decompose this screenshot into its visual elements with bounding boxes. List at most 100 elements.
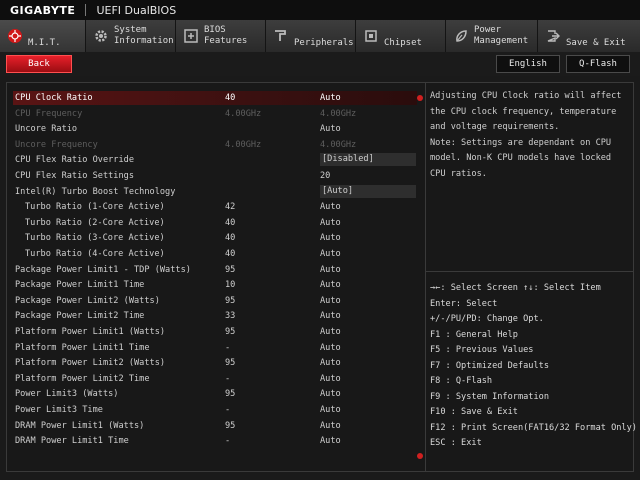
tab-power-management[interactable]: Power Management: [446, 20, 538, 52]
setting-row[interactable]: CPU Clock Ratio 40 Auto: [13, 91, 417, 105]
tab-save-exit-label: Save & Exit: [566, 38, 626, 48]
tab-peripherals[interactable]: Peripherals: [266, 20, 356, 52]
qflash-button[interactable]: Q-Flash: [566, 55, 630, 73]
setting-row[interactable]: Package Power Limit2 Time 33 Auto: [15, 309, 417, 323]
tab-bios-features-label: BIOS Features: [204, 25, 248, 46]
setting-value[interactable]: Auto: [320, 325, 341, 339]
setting-label: Uncore Ratio: [15, 124, 78, 135]
setting-row[interactable]: Power Limit3 Time - Auto: [15, 403, 417, 417]
setting-row[interactable]: Power Limit3 (Watts) 95 Auto: [15, 387, 417, 401]
chipset-icon: [362, 27, 380, 45]
help-text: Adjusting CPU Clock ratio will affect th…: [430, 91, 622, 179]
setting-current-value: 42: [225, 202, 236, 213]
setting-value[interactable]: Auto: [320, 247, 341, 261]
keys-panel: →←: Select Screen ↑↓: Select Item Enter: …: [426, 272, 637, 472]
tab-peripherals-label: Peripherals: [294, 38, 354, 48]
setting-label: Turbo Ratio (3-Core Active): [25, 233, 165, 244]
setting-value[interactable]: Auto: [320, 278, 341, 292]
title-separator: [85, 4, 87, 16]
setting-current-value: -: [225, 436, 231, 447]
setting-value[interactable]: Auto: [320, 372, 341, 386]
setting-row[interactable]: Package Power Limit1 - TDP (Watts) 95 Auto: [15, 263, 417, 277]
tab-chipset-label: Chipset: [384, 38, 422, 48]
setting-row: Uncore Frequency 4.00GHz 4.00GHz: [15, 138, 417, 152]
language-button[interactable]: English: [496, 55, 560, 73]
setting-value[interactable]: Auto: [320, 356, 341, 370]
setting-current-value: -: [225, 342, 231, 353]
setting-current-value: 40: [225, 233, 236, 244]
key-help-line: F1 : General Help: [430, 329, 518, 340]
tab-chipset[interactable]: Chipset: [356, 20, 446, 52]
setting-value[interactable]: Auto: [320, 434, 341, 448]
setting-value[interactable]: Auto: [320, 91, 341, 105]
app-title: UEFI DualBIOS: [96, 3, 177, 17]
setting-label: Uncore Frequency: [15, 139, 98, 150]
key-help-line: F10 : Save & Exit: [430, 407, 518, 417]
setting-label: Turbo Ratio (1-Core Active): [25, 202, 165, 213]
key-help-line: F12 : Print Screen(FAT16/32 Format Only): [430, 422, 637, 433]
key-help-line: →←: Select Screen ↑↓: Select Item: [430, 283, 601, 293]
setting-row[interactable]: Platform Power Limit1 Time - Auto: [15, 341, 417, 355]
setting-label: DRAM Power Limit1 (Watts): [15, 420, 145, 431]
tab-save-exit[interactable]: Save & Exit: [538, 20, 640, 52]
tab-mit[interactable]: M.I.T.: [0, 20, 86, 52]
setting-row[interactable]: Package Power Limit1 Time 10 Auto: [15, 278, 417, 292]
setting-value[interactable]: Auto: [320, 403, 341, 417]
key-help-line: F9 : System Information: [430, 391, 549, 402]
setting-value[interactable]: Auto: [320, 263, 341, 277]
setting-row[interactable]: Turbo Ratio (2-Core Active) 40 Auto: [15, 216, 417, 230]
setting-value[interactable]: Auto: [320, 341, 341, 355]
scroll-up-indicator[interactable]: [417, 95, 423, 101]
setting-label: Platform Power Limit1 (Watts): [15, 327, 166, 337]
gear-icon: [92, 27, 110, 45]
setting-current-value: 10: [225, 280, 236, 291]
setting-row[interactable]: CPU Flex Ratio Settings 20: [15, 169, 417, 183]
key-help-line: +/-/PU/PD: Change Opt.: [430, 314, 544, 324]
setting-row[interactable]: CPU Flex Ratio Override [Disabled]: [15, 153, 417, 167]
tab-mit-label: M.I.T.: [28, 38, 61, 48]
setting-current-value: 40: [225, 93, 236, 103]
settings-panel: CPU Clock Ratio 40 Auto CPU Frequency 4.00GH…: [6, 82, 426, 472]
setting-row[interactable]: Platform Power Limit2 Time - Auto: [15, 372, 417, 386]
setting-value[interactable]: 20: [320, 169, 330, 183]
setting-current-value: 4.00GHz: [225, 139, 262, 150]
setting-row[interactable]: Package Power Limit2 (Watts) 95 Auto: [15, 294, 417, 308]
setting-row[interactable]: Platform Power Limit2 (Watts) 95 Auto: [15, 356, 417, 370]
setting-row[interactable]: Platform Power Limit1 (Watts) 95 Auto: [15, 325, 417, 339]
setting-value[interactable]: Auto: [320, 294, 341, 308]
tab-bios-features[interactable]: BIOS Features: [176, 20, 266, 52]
setting-value[interactable]: [Auto]: [320, 184, 416, 198]
tab-system-information[interactable]: System Information: [86, 20, 176, 52]
setting-label: Power Limit3 Time: [15, 405, 103, 415]
setting-value[interactable]: Auto: [320, 200, 341, 214]
setting-value[interactable]: Auto: [320, 387, 341, 401]
setting-label: CPU Frequency: [15, 108, 83, 119]
setting-current-value: -: [225, 373, 231, 384]
tab-power-management-label: Power Management: [474, 25, 529, 46]
setting-value[interactable]: Auto: [320, 309, 341, 323]
back-button[interactable]: Back: [6, 55, 72, 73]
setting-label: Package Power Limit2 Time: [15, 311, 145, 322]
action-row: Back English Q-Flash: [0, 52, 640, 76]
setting-value[interactable]: Auto: [320, 231, 341, 245]
setting-row[interactable]: DRAM Power Limit1 Time - Auto: [15, 434, 417, 448]
tab-bar: M.I.T. System Information BIOS Features …: [0, 20, 640, 52]
setting-value[interactable]: Auto: [320, 216, 341, 230]
setting-row[interactable]: Turbo Ratio (3-Core Active) 40 Auto: [15, 231, 417, 245]
setting-current-value: 40: [225, 217, 236, 228]
setting-row[interactable]: Turbo Ratio (1-Core Active) 42 Auto: [15, 200, 417, 214]
setting-label: CPU Clock Ratio: [15, 93, 93, 103]
scroll-down-indicator[interactable]: [417, 453, 423, 459]
setting-row[interactable]: Intel(R) Turbo Boost Technology [Auto]: [15, 184, 417, 199]
setting-value[interactable]: [Disabled]: [320, 153, 416, 167]
setting-row[interactable]: DRAM Power Limit1 (Watts) 95 Auto: [15, 419, 417, 433]
setting-label: Package Power Limit2 (Watts): [15, 295, 160, 306]
key-help-line: ESC : Exit: [430, 438, 482, 448]
setting-value[interactable]: Auto: [320, 419, 341, 433]
setting-row[interactable]: Uncore Ratio Auto: [15, 122, 417, 136]
setting-label: Turbo Ratio (2-Core Active): [25, 217, 165, 228]
setting-label: CPU Flex Ratio Override: [15, 155, 134, 166]
scrollbar[interactable]: [417, 93, 423, 461]
setting-row[interactable]: Turbo Ratio (4-Core Active) 40 Auto: [15, 247, 417, 261]
setting-value[interactable]: Auto: [320, 122, 341, 136]
